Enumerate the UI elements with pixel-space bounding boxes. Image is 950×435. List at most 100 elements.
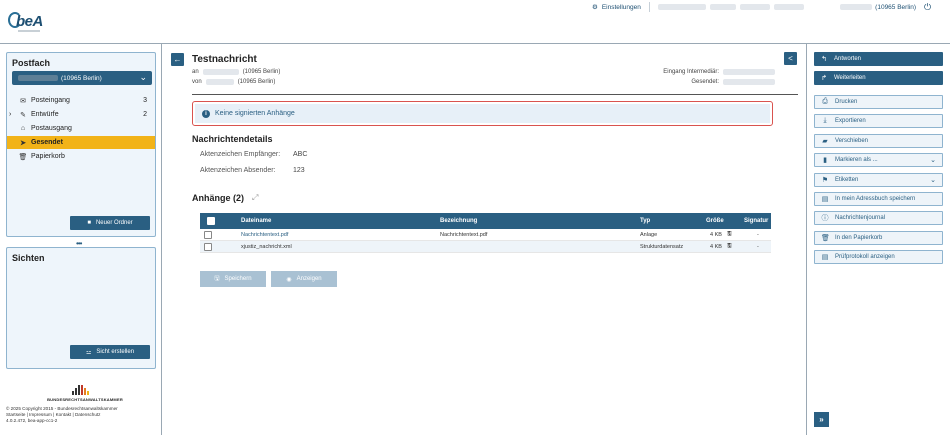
mark-as-dropdown[interactable]: ▮ Markieren als ... ⌄ <box>814 153 943 167</box>
redacted-text <box>202 69 239 75</box>
row-checkbox[interactable] <box>204 241 212 252</box>
divider <box>648 2 650 12</box>
brak-logo-bar <box>75 388 77 395</box>
move-button[interactable]: ▰ Verschieben <box>814 134 943 148</box>
move-label: Verschieben <box>835 138 869 144</box>
tags-icon: ⚑ <box>821 177 829 184</box>
outbox-icon: ⌂ <box>20 125 26 132</box>
checkbox-box <box>204 230 212 239</box>
postfach-title: Postfach <box>12 58 51 68</box>
print-icon: ⎙ <box>822 98 828 105</box>
new-folder-button[interactable]: ■ Neuer Ordner <box>70 216 150 230</box>
sidebar-item-entwuerfe[interactable]: › ✎ Entwürfe 2 <box>7 108 155 121</box>
save-file-icon[interactable]: 🖫 <box>727 241 732 252</box>
message-journal-button[interactable]: ⓘ Nachrichtenjournal <box>814 211 943 225</box>
tags-dropdown[interactable]: ⚑ Etiketten ⌄ <box>814 173 943 187</box>
chevron-down-icon: ⌄ <box>139 72 147 82</box>
create-view-label: Sicht erstellen <box>96 349 135 355</box>
double-chevron-right-icon: » <box>819 415 824 424</box>
save-to-address-book-button[interactable]: ▤ In mein Adressbuch speichern <box>814 192 943 206</box>
show-button[interactable]: ◉ Anzeigen <box>271 271 337 287</box>
sidebar-item-label: Entwürfe <box>31 111 59 118</box>
audit-log-label: Prüfprotokoll anzeigen <box>835 254 895 260</box>
create-view-button[interactable]: ⚍ Sicht erstellen <box>70 345 150 359</box>
detail-value: ABC <box>293 151 308 158</box>
bea-logo[interactable]: beA <box>6 6 54 36</box>
file-size: 4 KB <box>710 231 722 238</box>
file-name-link[interactable]: Nachrichtentext.pdf <box>241 229 288 240</box>
tags-label: Etiketten <box>835 177 859 183</box>
gesendet-line: Gesendet: <box>691 79 775 85</box>
file-type: Anlage <box>640 231 658 238</box>
forward-button[interactable]: ↱ Weiterleiten <box>814 71 943 85</box>
folder-icon: ■ <box>87 220 91 226</box>
select-all-checkbox[interactable] <box>207 213 215 229</box>
save-label: Speichern <box>224 276 252 282</box>
reply-button[interactable]: ↰ Antworten <box>814 52 943 66</box>
logout-icon[interactable]: ⏻ <box>924 2 934 12</box>
share-button[interactable]: < <box>784 52 797 65</box>
bea-logo-text: beA <box>16 13 43 30</box>
checkbox-box <box>204 242 212 251</box>
journal-label: Nachrichtenjournal <box>835 215 886 221</box>
back-button[interactable]: ← <box>171 53 184 66</box>
document-icon: ▤ <box>821 254 829 261</box>
row-checkbox[interactable] <box>204 229 212 240</box>
download-icon: ⤓ <box>823 117 827 124</box>
file-signature: - <box>757 243 759 250</box>
an-label: an <box>192 69 199 75</box>
mark-as-label: Markieren als ... <box>835 157 878 163</box>
eingang-label: Eingang Intermediär: <box>663 69 719 75</box>
export-label: Exportieren <box>835 118 866 124</box>
file-name[interactable]: xjustiz_nachricht.xml <box>241 241 292 252</box>
postfach-select[interactable]: (10965 Berlin) ⌄ <box>12 71 152 85</box>
settings-link[interactable]: ⚙ Einstellungen <box>592 1 804 13</box>
sidebar-item-posteingang[interactable]: ✉ Posteingang 3 <box>7 94 155 107</box>
export-button[interactable]: ⤓ Exportieren <box>814 114 943 128</box>
col-header-bezeichnung[interactable]: Bezeichnung <box>440 213 477 229</box>
sidebar-item-gesendet[interactable]: ➤ Gesendet <box>7 136 155 149</box>
expand-icon[interactable]: ⤢ <box>252 193 258 203</box>
sidebar-item-papierkorb[interactable]: 🗑 Papierkorb <box>7 150 155 163</box>
version-text: 4.0.2.472, bea-app-cc1-2 <box>6 418 58 423</box>
print-button[interactable]: ⎙ Drucken <box>814 95 943 109</box>
arrow-left-icon: ← <box>173 55 182 64</box>
move-to-trash-button[interactable]: 🗑 In den Papierkorb <box>814 231 943 245</box>
expand-panel-button[interactable]: » <box>814 412 829 427</box>
brak-logo-bar <box>81 385 83 395</box>
redacted-text <box>723 69 775 75</box>
save-button[interactable]: 🖫 Speichern <box>200 271 266 287</box>
user-label: (10965 Berlin) <box>875 3 916 11</box>
alert-text: Keine signierten Anhänge <box>215 110 295 117</box>
folder-move-icon: ▰ <box>822 138 828 145</box>
chevron-right-icon[interactable]: › <box>9 111 11 118</box>
redacted-text <box>18 75 58 81</box>
sichten-title: Sichten <box>12 253 45 263</box>
details-heading: Nachrichtendetails <box>192 134 273 144</box>
sidebar-item-postausgang[interactable]: ⌂ Postausgang <box>7 122 155 135</box>
reply-label: Antworten <box>834 56 862 62</box>
audit-log-button[interactable]: ▤ Prüfprotokoll anzeigen <box>814 250 943 264</box>
table-row[interactable]: xjustiz_nachricht.xml Strukturdatensatz … <box>200 241 771 253</box>
user-menu[interactable]: (10965 Berlin) <box>840 1 916 13</box>
redacted-text <box>205 79 234 85</box>
col-header-signatur[interactable]: Signatur <box>744 213 768 229</box>
sender-line: von (10965 Berlin) <box>192 79 275 85</box>
von-label: von <box>192 79 202 85</box>
brak-name: BUNDESRECHTSANWALTSKAMMER <box>47 397 123 402</box>
col-header-dateiname[interactable]: Dateiname <box>241 213 271 229</box>
brak-logo-icon <box>72 385 90 395</box>
redacted-text <box>773 4 804 10</box>
inbox-icon: ✉ <box>20 97 26 105</box>
col-header-groesse[interactable]: Größe <box>706 213 724 229</box>
sidebar-item-count: 3 <box>143 97 147 104</box>
address-book-icon: ▤ <box>821 196 829 203</box>
message-title: Testnachricht <box>192 54 257 65</box>
col-header-typ[interactable]: Typ <box>640 213 650 229</box>
redacted-text <box>709 4 736 10</box>
save-file-icon[interactable]: 🖫 <box>727 229 732 240</box>
table-header: Dateiname Bezeichnung Typ Größe Signatur <box>200 213 771 229</box>
table-row[interactable]: Nachrichtentext.pdf Nachrichtentext.pdf … <box>200 229 771 241</box>
new-folder-label: Neuer Ordner <box>95 220 133 226</box>
sidebar-item-count: 2 <box>143 111 147 118</box>
